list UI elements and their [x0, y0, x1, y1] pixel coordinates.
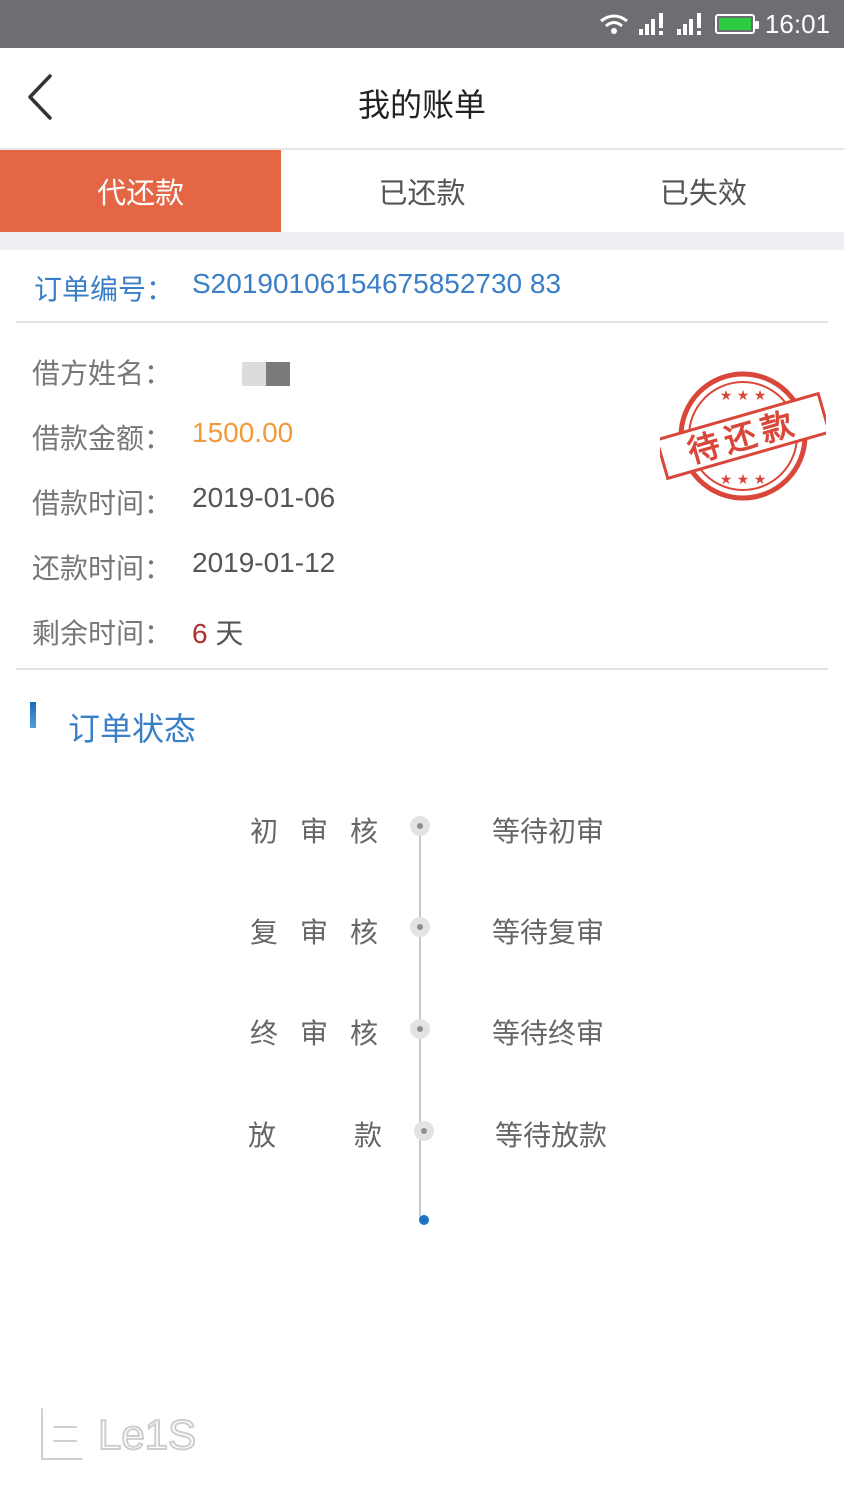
loan-time-value: 2019-01-06	[192, 482, 336, 513]
pending-repayment-stamp: 待还款 ★ ★ ★ ★ ★ ★	[660, 371, 826, 501]
battery-icon	[714, 14, 759, 34]
battery-level	[718, 18, 751, 30]
status-bar: 16:01	[0, 0, 844, 48]
step-status-second-review: 等待复审	[492, 916, 605, 949]
status-time: 16:01	[764, 8, 830, 39]
step-status-disbursement: 等待放款	[495, 1119, 608, 1152]
step-name-initial-review: 初审核	[250, 815, 401, 848]
step-name-second-review: 复审核	[250, 916, 401, 949]
borrower-name-masked	[242, 362, 290, 386]
section-accent-bar	[30, 702, 36, 728]
page-title: 我的账单	[357, 86, 486, 124]
order-status-title: 订单状态	[68, 710, 197, 748]
stamp-text: 待还款	[683, 403, 803, 471]
order-number-value: S20190106154675852730 83	[192, 268, 562, 299]
tab-expired[interactable]: 已失效	[563, 150, 844, 232]
remaining-days-unit: 天	[207, 618, 244, 649]
svg-text:★ ★ ★: ★ ★ ★	[720, 388, 767, 404]
step-status-initial-review: 等待初审	[492, 815, 605, 848]
bill-tabs: 代还款 已还款 已失效	[0, 150, 844, 232]
device-watermark: Le1S	[36, 1400, 236, 1470]
signal-icon	[638, 13, 663, 35]
section-gap	[0, 232, 844, 250]
step-name-final-review: 终审核	[250, 1017, 401, 1050]
step-dot	[414, 1121, 434, 1141]
order-number-label: 订单编号：	[34, 273, 175, 306]
timeline-end-dot	[419, 1215, 429, 1225]
status-icons: 16:01	[599, 0, 830, 48]
step-dot	[410, 1019, 430, 1039]
divider	[16, 321, 828, 323]
loan-amount-value: 1500.00	[192, 417, 294, 448]
loan-amount-label: 借款金额：	[32, 422, 173, 455]
remaining-days-number: 6	[192, 618, 208, 649]
watermark-text: Le1S	[97, 1410, 197, 1459]
step-dot	[410, 816, 430, 836]
remaining-time-value: 6 天	[192, 612, 243, 652]
step-status-final-review: 等待终审	[492, 1017, 605, 1050]
svg-text:★ ★ ★: ★ ★ ★	[720, 472, 767, 488]
borrower-name-label: 借方姓名：	[32, 357, 173, 390]
loan-time-label: 借款时间：	[32, 487, 173, 520]
repay-time-label: 还款时间：	[32, 552, 173, 585]
divider	[16, 668, 828, 670]
navigation-bar: 我的账单	[0, 48, 844, 150]
tab-repaid[interactable]: 已还款	[281, 150, 562, 232]
wifi-icon	[600, 14, 628, 34]
remaining-time-label: 剩余时间：	[32, 617, 173, 650]
signal-icon	[676, 13, 701, 35]
step-dot	[410, 917, 430, 937]
step-name-disbursement: 放款	[248, 1119, 461, 1152]
le-logo-icon	[38, 1405, 86, 1463]
tab-pending-repayment[interactable]: 代还款	[0, 150, 282, 232]
repay-time-value: 2019-01-12	[192, 547, 336, 578]
